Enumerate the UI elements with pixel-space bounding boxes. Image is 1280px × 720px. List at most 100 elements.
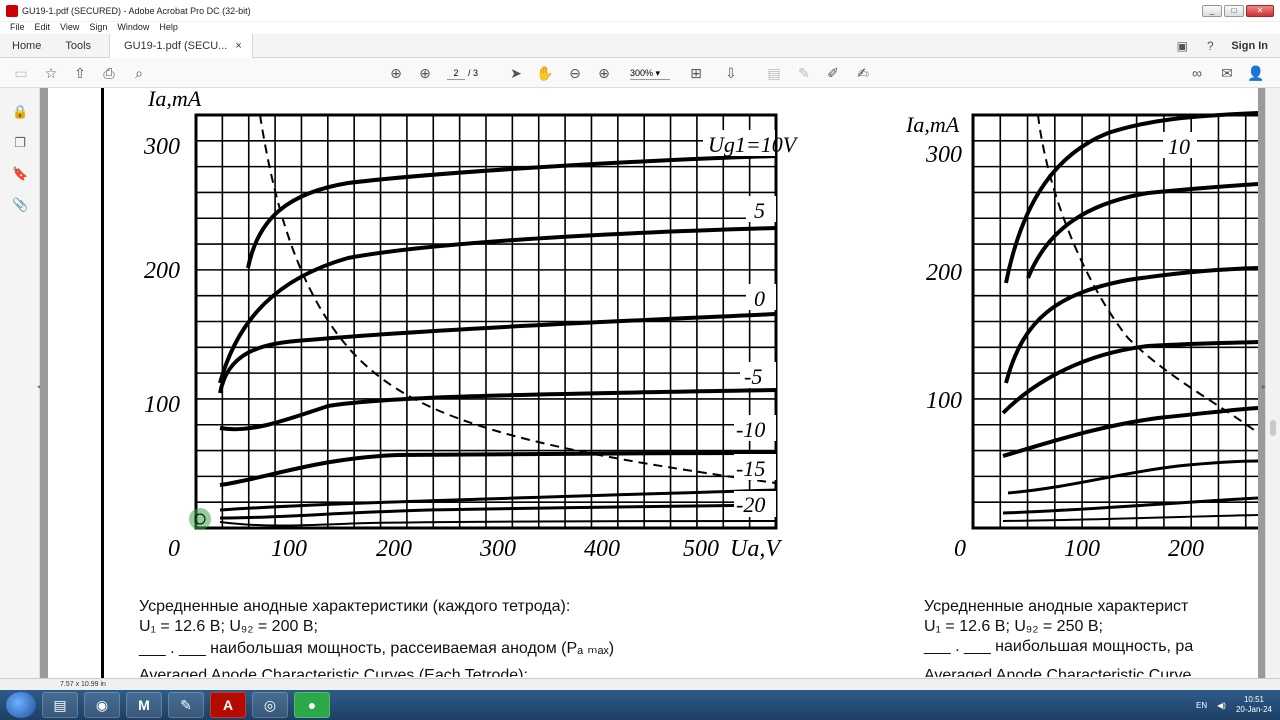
menu-edit[interactable]: Edit <box>35 22 51 34</box>
curve-label: -15 <box>736 456 765 481</box>
link-icon[interactable]: ∞ <box>1188 64 1206 82</box>
bookmark-icon[interactable]: 🔖 <box>12 166 28 182</box>
volume-icon[interactable]: ◀) <box>1217 701 1226 710</box>
document-view[interactable]: Ia,mA 300 200 100 0 100 200 300 400 500 … <box>40 88 1265 678</box>
print-icon[interactable]: ⎙ <box>100 64 118 82</box>
chart-left-gridlines <box>196 115 776 528</box>
acrobat-taskbar-icon[interactable]: A <box>210 692 246 718</box>
sign-icon[interactable]: ✍ <box>854 64 872 82</box>
attachment-icon[interactable]: 📎 <box>12 197 28 213</box>
curve-label: -20 <box>736 492 765 517</box>
chart-right-xtick: 100 <box>1064 536 1100 562</box>
save-icon[interactable]: ▭ <box>12 64 30 82</box>
scroll-thumb[interactable] <box>1270 420 1276 436</box>
vertical-scrollbar[interactable] <box>1265 88 1280 678</box>
zoom-out-icon[interactable]: ⊖ <box>566 64 584 82</box>
chart-right-ytick: 100 <box>926 388 962 414</box>
chart-left-ylabel: Ia,mA <box>147 88 202 111</box>
lock-icon[interactable]: 🔒 <box>12 104 28 120</box>
tab-home[interactable]: Home <box>0 34 53 58</box>
menu-help[interactable]: Help <box>159 22 178 34</box>
curve-right-m10 <box>1002 406 1258 458</box>
chart-right-ytick: 300 <box>925 142 962 168</box>
title-bar: GU19-1.pdf (SECURED) - Adobe Acrobat Pro… <box>0 0 1280 22</box>
tab-close-icon[interactable]: × <box>235 34 241 58</box>
curve-label: -5 <box>744 364 762 389</box>
chart-left-curve-labels: Ug1=10V 5 0 -5 -10 -15 -20 <box>703 130 799 517</box>
curve-label: 0 <box>754 286 765 311</box>
zoom-in-icon[interactable]: ⊕ <box>595 64 613 82</box>
email-icon[interactable]: ✉ <box>1218 64 1236 82</box>
comment-icon[interactable]: ▤ <box>765 64 783 82</box>
page-total: / 3 <box>468 68 479 78</box>
upload-icon[interactable]: ⇧ <box>71 64 89 82</box>
tab-tools[interactable]: Tools <box>53 34 103 58</box>
curve-label: -10 <box>736 417 765 442</box>
language-indicator[interactable]: EN <box>1196 701 1207 710</box>
clock-date: 20-Jan-24 <box>1235 705 1272 714</box>
draw-pen-icon[interactable]: ✐ <box>824 64 842 82</box>
acrobat-app-icon <box>6 4 18 17</box>
zoom-select[interactable]: 300% ▾ <box>630 66 670 80</box>
menu-bar: File Edit View Sign Window Help <box>0 22 1280 34</box>
share-user-icon[interactable]: 👤 <box>1247 64 1265 82</box>
menu-view[interactable]: View <box>60 22 79 34</box>
curve-right-5 <box>1026 182 1258 279</box>
mathcad-taskbar-icon[interactable]: M <box>126 692 162 718</box>
clock[interactable]: 10:51 20-Jan-24 <box>1236 695 1272 715</box>
tab-document[interactable]: GU19-1.pdf (SECU... × <box>109 33 253 58</box>
camera-taskbar-icon[interactable]: ◎ <box>252 692 288 718</box>
minimize-button[interactable]: _ <box>1202 5 1222 17</box>
chart-left-xtick: 500 <box>683 536 719 562</box>
curve-right-m25 <box>1002 514 1258 522</box>
firefox-taskbar-icon[interactable]: ◉ <box>84 692 120 718</box>
curve-label: 5 <box>754 198 765 223</box>
sign-in-button[interactable]: Sign In <box>1231 40 1268 52</box>
chart-right-xtick: 0 <box>954 536 966 562</box>
curve-ug1-0 <box>218 312 777 394</box>
search-icon[interactable]: ⌕ <box>130 64 148 82</box>
chart-right-ylabel: Ia,mA <box>905 112 960 137</box>
menu-file[interactable]: File <box>10 22 25 34</box>
caption-right-legend: ___ . ___ наибольшая мощность, ра <box>924 638 1194 655</box>
zoom-value: 300% <box>630 68 654 78</box>
chart-left-xtick: 400 <box>584 536 620 562</box>
maximize-button[interactable]: □ <box>1224 5 1244 17</box>
window-controls: _ □ ✕ <box>1202 5 1274 17</box>
highlight-pen-icon[interactable]: ✎ <box>795 64 813 82</box>
left-navigation-panel: 🔒 ❐ 🔖 📎 ◂ <box>0 88 41 678</box>
caption-right-title: Усредненные анодные характерист <box>924 598 1189 615</box>
curve-ug1-m10 <box>219 451 777 487</box>
chart-right-max-dissipation-curve <box>1037 114 1258 434</box>
curve-ug1-m25 <box>219 520 777 527</box>
chart-right-ytick: 200 <box>926 260 962 286</box>
curve-label: 10 <box>1168 134 1190 159</box>
curve-label: Ug1=10V <box>708 132 799 157</box>
bookmark-star-icon[interactable]: ☆ <box>42 64 60 82</box>
recorder-taskbar-icon[interactable]: ● <box>294 692 330 718</box>
tool-taskbar-icon[interactable]: ✎ <box>168 692 204 718</box>
menu-sign[interactable]: Sign <box>89 22 107 34</box>
help-icon[interactable]: ? <box>1203 39 1217 53</box>
previous-page-icon[interactable]: ⊕ <box>387 64 405 82</box>
select-cursor-icon[interactable]: ➤ <box>507 64 525 82</box>
fit-page-icon[interactable]: ⊞ <box>687 64 705 82</box>
close-button[interactable]: ✕ <box>1246 5 1274 17</box>
menu-window[interactable]: Window <box>117 22 149 34</box>
explorer-taskbar-icon[interactable]: ▤ <box>42 692 78 718</box>
scroll-mode-icon[interactable]: ⇩ <box>722 64 740 82</box>
hand-tool-icon[interactable]: ✋ <box>536 64 554 82</box>
chart-right-curves <box>1001 111 1258 522</box>
tab-bar: Home Tools GU19-1.pdf (SECU... × ▣ ? Sig… <box>0 33 1280 58</box>
page-thumbnails-icon[interactable]: ❐ <box>12 135 28 151</box>
chart-left-curves <box>218 154 777 527</box>
comment-bubble-icon[interactable]: ▣ <box>1175 39 1189 53</box>
chart-left-xtick: 100 <box>271 536 307 562</box>
system-tray: EN ◀) 10:51 20-Jan-24 <box>1196 690 1272 720</box>
next-page-icon[interactable]: ⊕ <box>416 64 434 82</box>
page-number-input[interactable]: 2 <box>447 66 465 80</box>
cursor-highlight <box>189 508 211 530</box>
start-button[interactable] <box>6 692 36 718</box>
clock-time: 10:51 <box>1243 695 1264 704</box>
chart-left-xtick: 200 <box>376 536 412 562</box>
